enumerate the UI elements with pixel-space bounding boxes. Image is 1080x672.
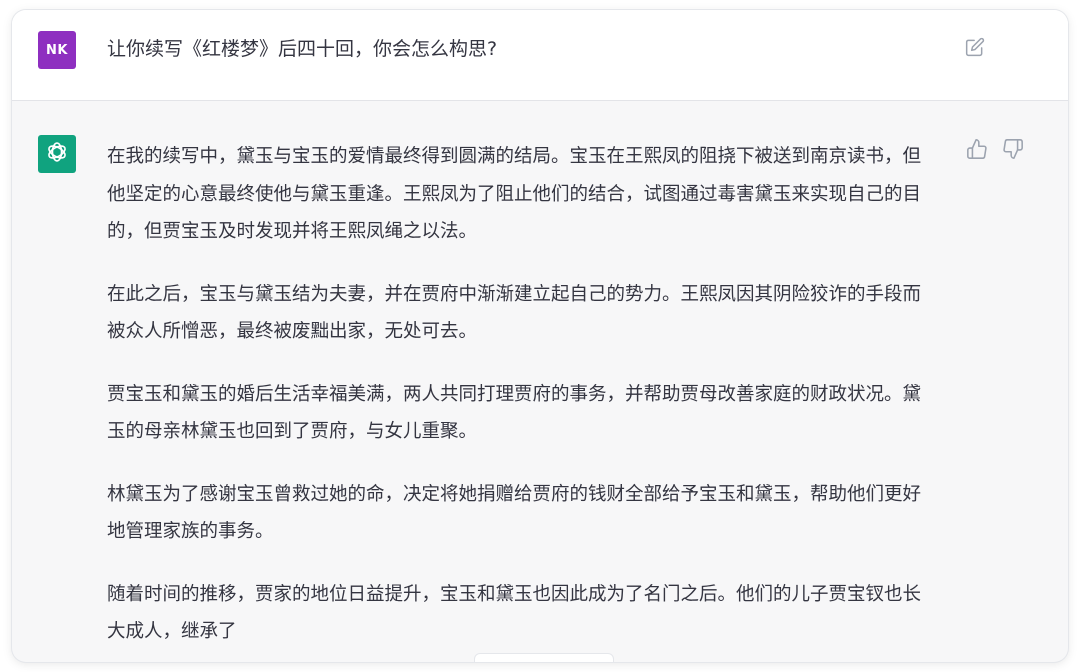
chat-window: NK 让你续写《红楼梦》后四十回，你会怎么构思? 在我的续写中，黛玉与宝玉的爱情… — [12, 10, 1068, 662]
user-message-text: 让你续写《红楼梦》后四十回，你会怎么构思? — [107, 38, 498, 60]
user-message-row: NK 让你续写《红楼梦》后四十回，你会怎么构思? — [12, 10, 1068, 101]
edit-icon[interactable] — [965, 37, 985, 57]
user-avatar: NK — [38, 31, 76, 69]
openai-logo-icon — [44, 139, 70, 169]
assistant-message: 在我的续写中，黛玉与宝玉的爱情最终得到圆满的结局。宝玉在王熙凤的阻挠下被送到南京… — [107, 138, 939, 662]
assistant-avatar — [38, 135, 76, 173]
answer-paragraph: 在此之后，宝玉与黛玉结为夫妻，并在贾府中渐渐建立起自己的势力。王熙凤因其阴险狡诈… — [107, 283, 922, 343]
answer-paragraph: 随着时间的推移，贾家的地位日益提升，宝玉和黛玉也因此成为了名门之后。他们的儿子贾… — [107, 583, 922, 643]
regenerate-button-stub[interactable] — [474, 653, 614, 662]
thumbs-down-icon[interactable] — [1002, 138, 1024, 160]
thumbs-up-icon[interactable] — [966, 138, 988, 160]
answer-paragraph: 贾宝玉和黛玉的婚后生活幸福美满，两人共同打理贾府的事务，并帮助贾母改善家庭的财政… — [107, 383, 922, 443]
answer-paragraph: 林黛玉为了感谢宝玉曾救过她的命，决定将她捐赠给贾府的钱财全部给予宝玉和黛玉，帮助… — [107, 483, 922, 543]
answer-paragraph: 在我的续写中，黛玉与宝玉的爱情最终得到圆满的结局。宝玉在王熙凤的阻挠下被送到南京… — [107, 146, 922, 242]
